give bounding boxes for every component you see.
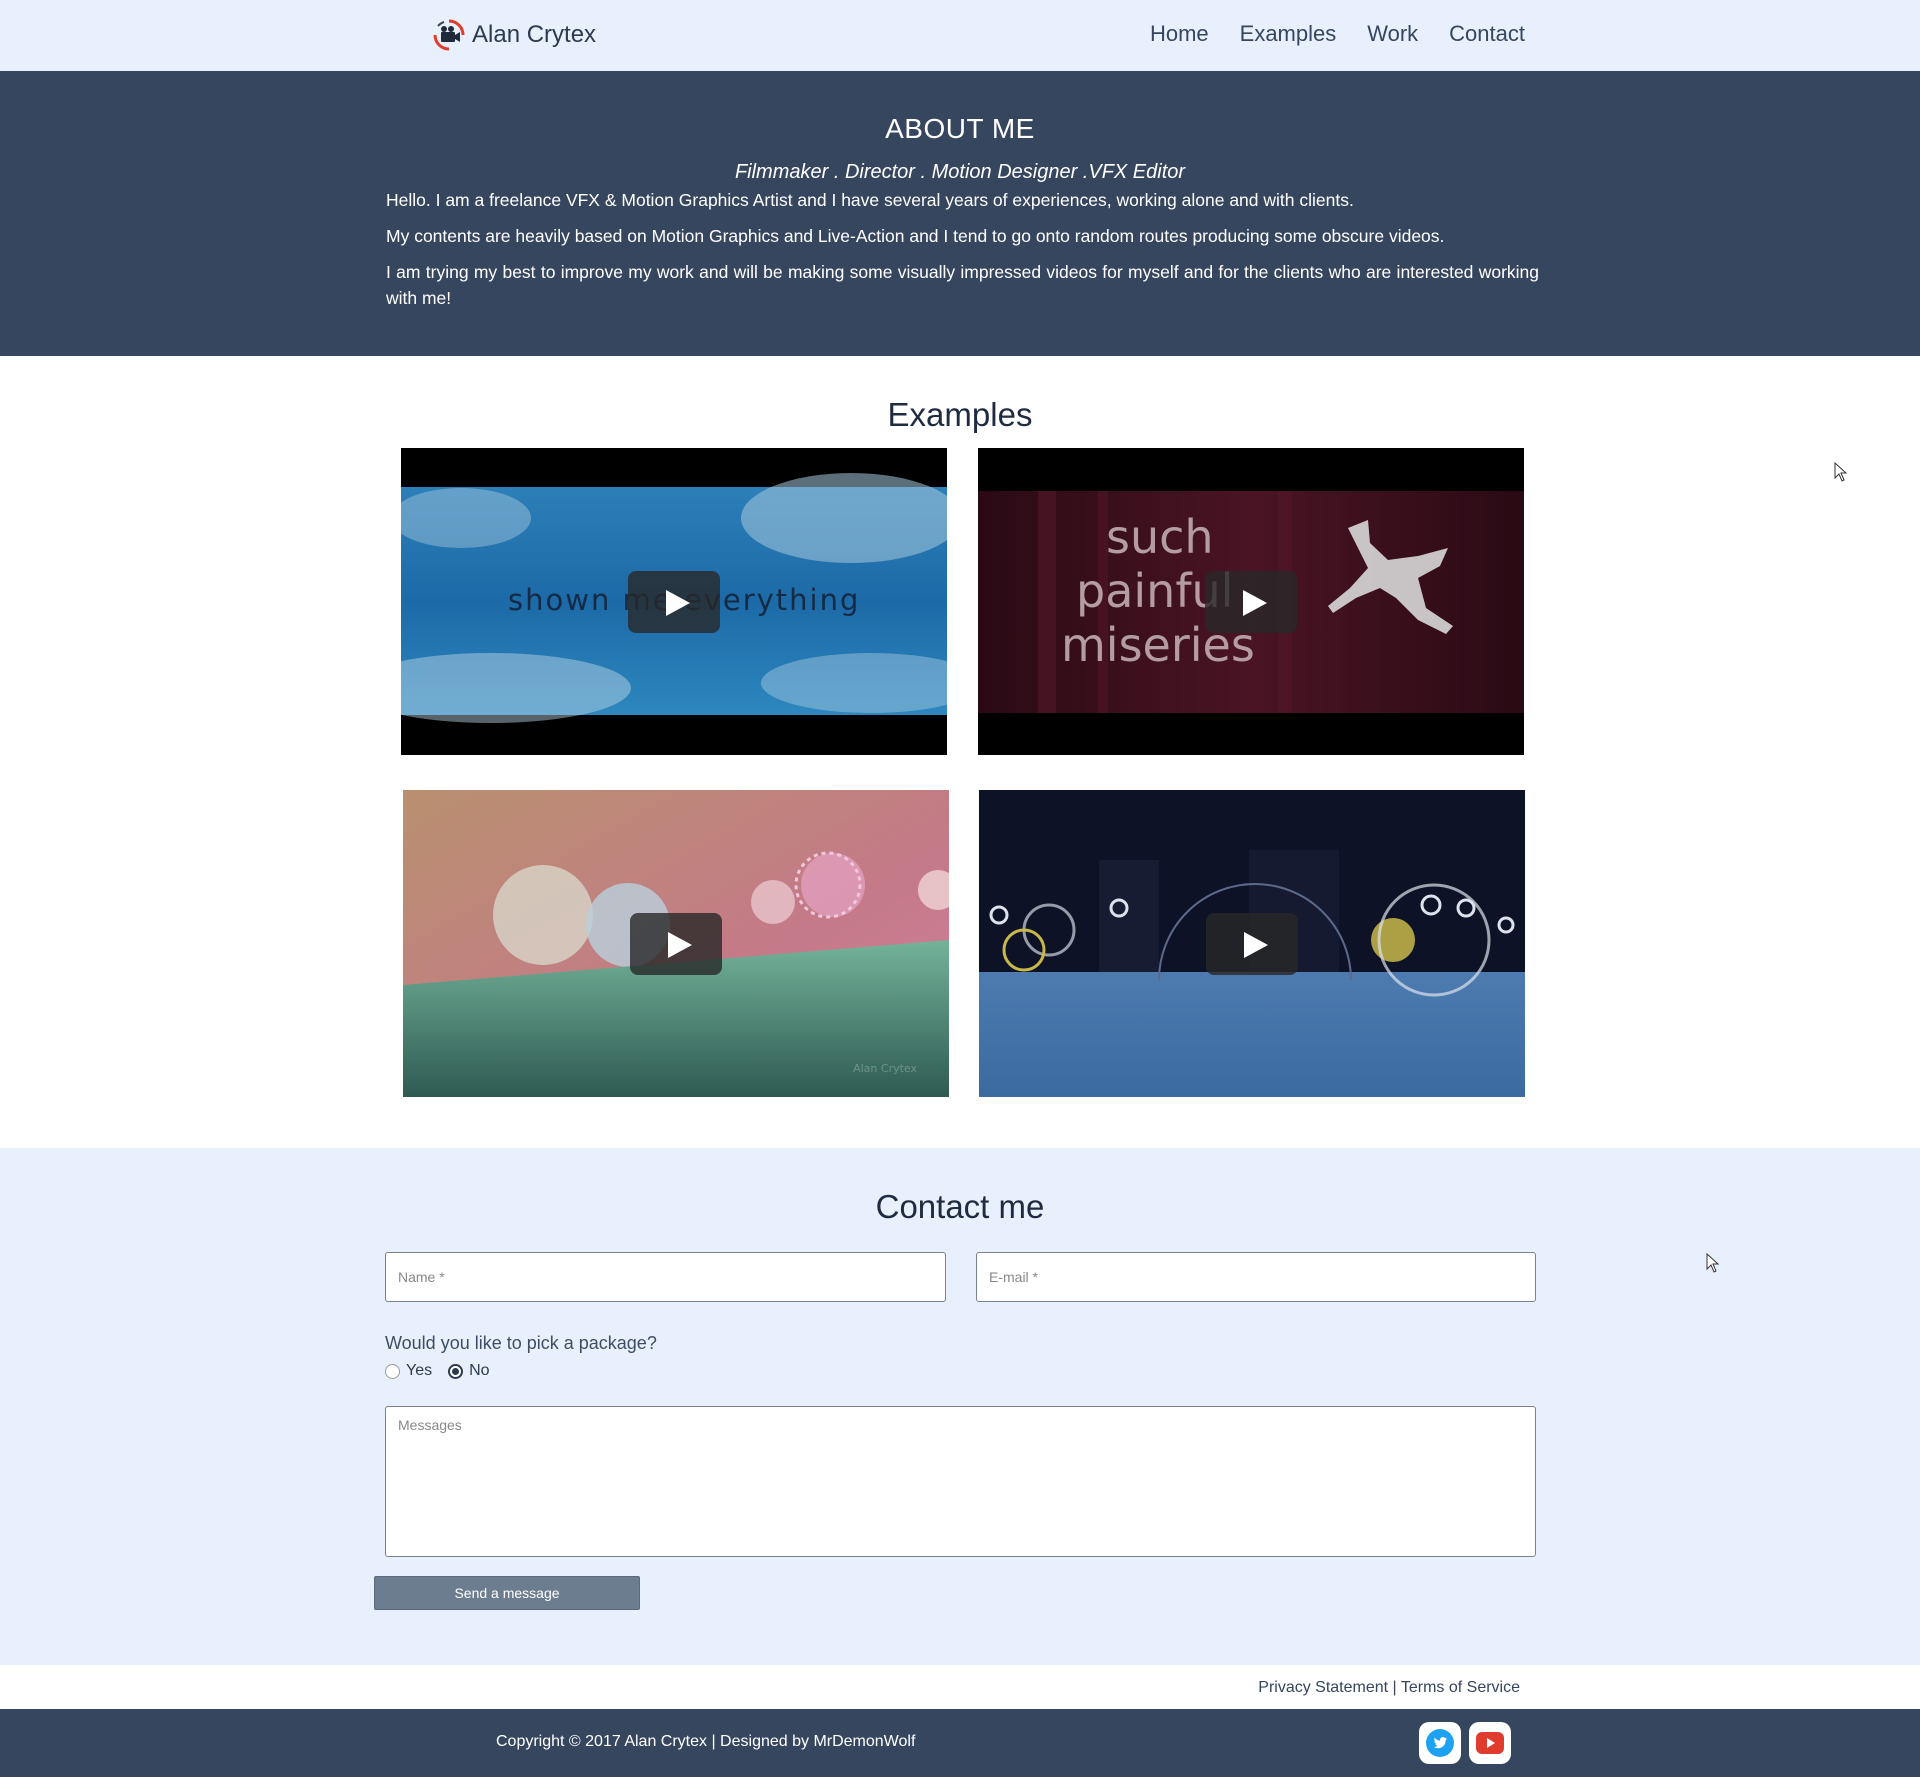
- legal-links: Privacy Statement | Terms of Service: [1258, 1679, 1520, 1697]
- footer: Copyright © 2017 Alan Crytex | Designed …: [0, 1709, 1920, 1777]
- play-button[interactable]: [630, 912, 722, 975]
- play-button[interactable]: [1206, 912, 1298, 975]
- send-message-button[interactable]: Send a message: [374, 1576, 640, 1610]
- about-section: ABOUT ME Filmmaker . Director . Motion D…: [0, 71, 1920, 356]
- radio-yes[interactable]: [385, 1363, 400, 1379]
- video-watermark: Alan Crytex: [853, 1062, 917, 1075]
- mouse-cursor-icon: [1706, 1253, 1720, 1273]
- nav-link-home[interactable]: Home: [1150, 21, 1209, 47]
- brand[interactable]: Alan Crytex: [432, 18, 596, 52]
- video-embed-1[interactable]: shown me everything: [401, 448, 947, 755]
- radio-no-label: No: [469, 1362, 490, 1379]
- about-roles: Filmmaker . Director . Motion Designer .…: [734, 161, 1186, 183]
- nav-link-examples[interactable]: Examples: [1240, 21, 1337, 47]
- play-button[interactable]: [1205, 570, 1297, 633]
- video-embed-4[interactable]: [979, 790, 1525, 1097]
- copyright: Copyright © 2017 Alan Crytex | Designed …: [496, 1733, 916, 1750]
- terms-link[interactable]: Terms of Service: [1401, 1679, 1520, 1696]
- video-embed-2[interactable]: such painful miseries: [978, 448, 1524, 755]
- examples-title: Examples: [887, 396, 1033, 433]
- video-embed-3[interactable]: Alan Crytex: [403, 790, 949, 1097]
- youtube-link[interactable]: [1469, 1722, 1511, 1764]
- about-body: Hello. I am a freelance VFX & Motion Gra…: [386, 187, 1539, 321]
- twitter-link[interactable]: [1419, 1722, 1461, 1764]
- name-input[interactable]: [385, 1252, 946, 1302]
- nav-link-contact[interactable]: Contact: [1449, 21, 1525, 47]
- nav-links: Home Examples Work Contact: [1150, 21, 1525, 47]
- youtube-icon: [1476, 1732, 1504, 1754]
- contact-title: Contact me: [875, 1188, 1045, 1225]
- radio-yes-label: Yes: [406, 1362, 433, 1379]
- about-title: ABOUT ME: [885, 113, 1035, 144]
- film-camera-logo-icon: [433, 19, 465, 51]
- package-question: Would you like to pick a package?: [385, 1333, 657, 1353]
- privacy-link[interactable]: Privacy Statement: [1258, 1679, 1388, 1696]
- email-input[interactable]: [976, 1252, 1536, 1302]
- radio-no[interactable]: [448, 1363, 464, 1379]
- about-paragraph: I am trying my best to improve my work a…: [386, 262, 1539, 308]
- play-button[interactable]: [628, 570, 720, 633]
- video-title-line: such: [1106, 510, 1214, 564]
- twitter-icon: [1426, 1729, 1454, 1757]
- message-textarea[interactable]: [385, 1406, 1536, 1557]
- legal-separator: |: [1392, 1679, 1397, 1696]
- mouse-cursor-icon: [1834, 462, 1848, 482]
- contact-section: Contact me Would you like to pick a pack…: [0, 1148, 1920, 1665]
- nav-link-work[interactable]: Work: [1367, 21, 1418, 47]
- legal-bar: Privacy Statement | Terms of Service: [0, 1665, 1920, 1709]
- about-paragraph: My contents are heavily based on Motion …: [386, 226, 1445, 246]
- top-navbar: Alan Crytex Home Examples Work Contact: [0, 0, 1920, 71]
- brand-name: Alan Crytex: [472, 21, 597, 48]
- package-radio-group: Yes No: [385, 1362, 506, 1380]
- about-paragraph: Hello. I am a freelance VFX & Motion Gra…: [386, 190, 1354, 210]
